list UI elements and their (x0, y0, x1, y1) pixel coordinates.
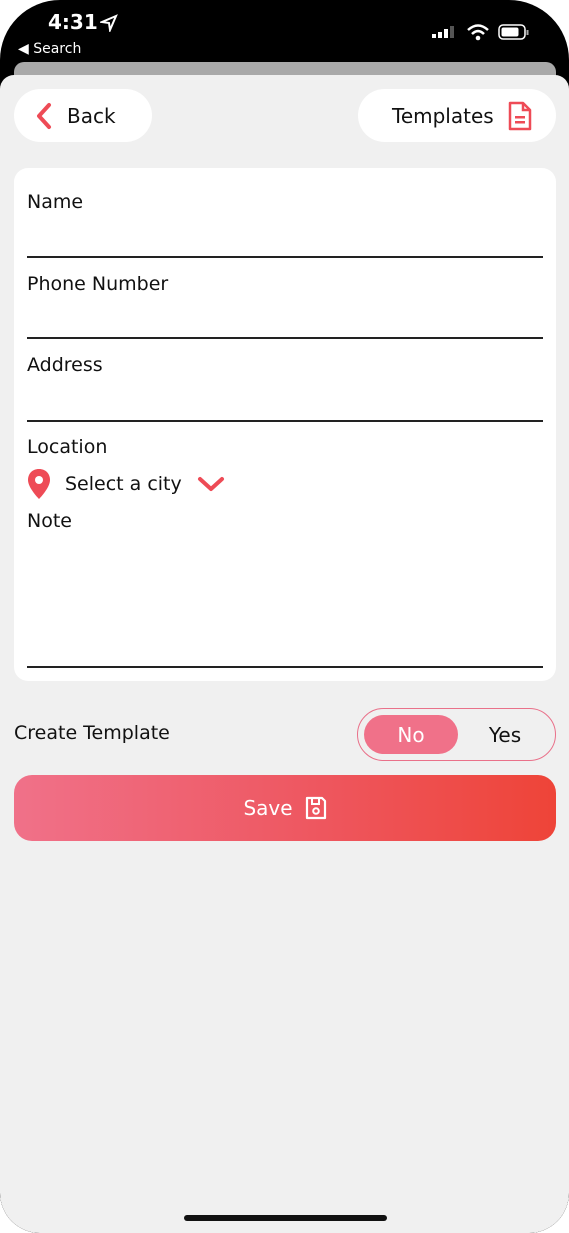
chevron-down-icon (197, 477, 224, 491)
note-textarea[interactable] (27, 540, 543, 666)
contact-form-card: Name Phone Number Address Location Selec… (14, 168, 556, 681)
note-underline (27, 666, 543, 668)
phone-underline (27, 337, 543, 339)
create-template-toggle[interactable]: No Yes (357, 708, 556, 761)
templates-button[interactable]: Templates (358, 89, 556, 142)
signal-icon (432, 26, 454, 38)
note-label: Note (27, 510, 72, 532)
save-label: Save (243, 796, 293, 820)
create-template-label: Create Template (14, 722, 170, 744)
toggle-option-yes[interactable]: Yes (458, 715, 552, 754)
city-placeholder: Select a city (65, 473, 182, 495)
address-underline (27, 420, 543, 422)
save-button[interactable]: Save (14, 775, 556, 841)
location-label: Location (27, 436, 108, 458)
document-icon (508, 101, 531, 130)
floppy-disk-icon (305, 796, 326, 820)
wifi-icon (467, 24, 489, 41)
phone-frame: 4:31 ◀ Search Back Templates Name Phone … (0, 0, 569, 1233)
map-pin-icon (28, 469, 50, 499)
chevron-left-icon (37, 102, 51, 129)
name-input[interactable] (27, 220, 543, 256)
address-input[interactable] (27, 383, 543, 419)
back-app-label: Search (33, 41, 82, 57)
home-indicator[interactable] (184, 1215, 387, 1221)
name-label: Name (27, 191, 84, 213)
back-to-search[interactable]: ◀ Search (18, 41, 81, 57)
templates-label: Templates (392, 103, 494, 128)
name-underline (27, 256, 543, 258)
toggle-option-no[interactable]: No (364, 715, 458, 754)
battery-icon (498, 24, 529, 40)
phone-input[interactable] (27, 302, 543, 338)
address-label: Address (27, 354, 103, 376)
location-arrow-icon (100, 14, 118, 32)
city-select[interactable]: Select a city (27, 468, 226, 500)
phone-label: Phone Number (27, 273, 169, 295)
back-button[interactable]: Back (14, 89, 152, 142)
back-label: Back (67, 103, 116, 128)
status-time: 4:31 (48, 10, 98, 34)
